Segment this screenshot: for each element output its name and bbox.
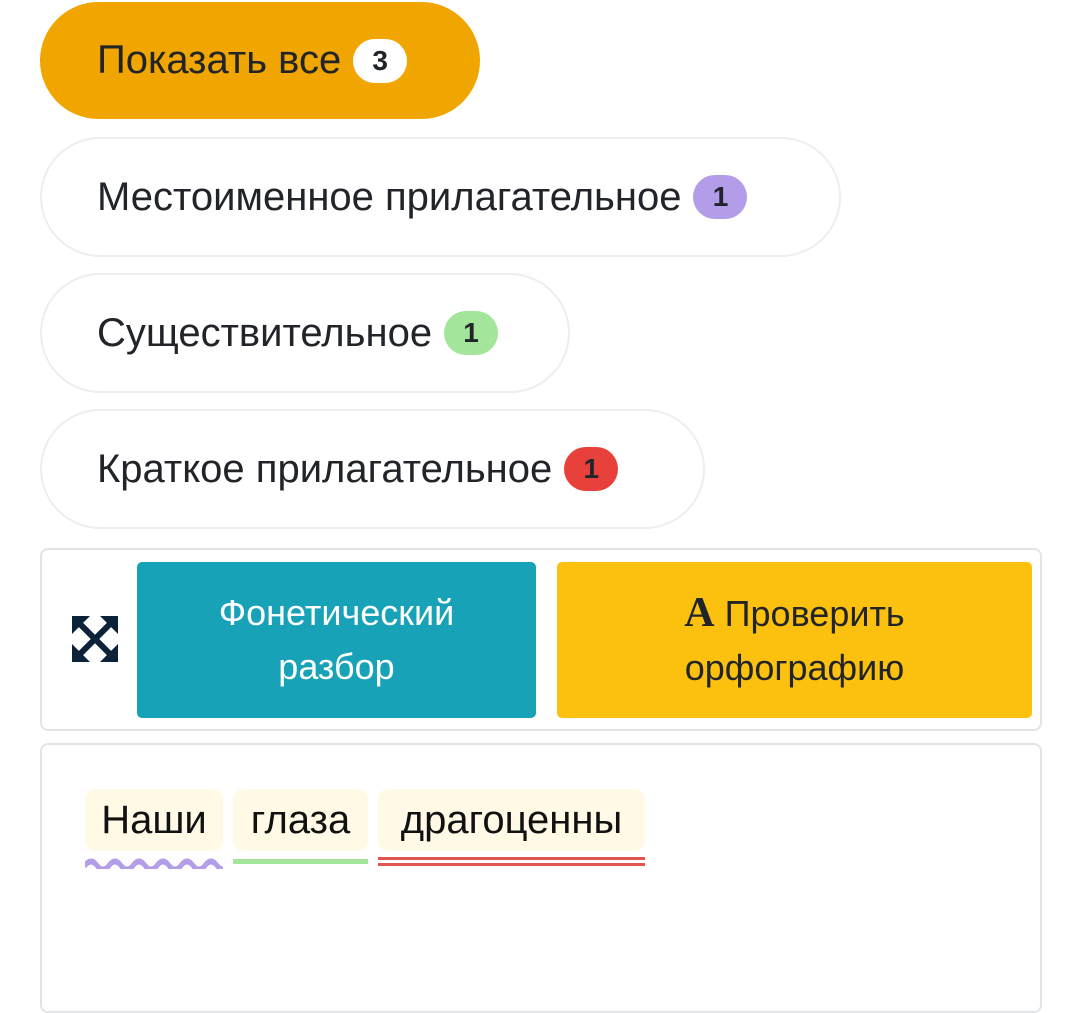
wavy-underline (85, 858, 223, 869)
count-badge: 3 (353, 38, 408, 83)
filter-noun[interactable]: Существительное 1 (40, 273, 570, 393)
word-token[interactable]: Наши (85, 789, 223, 869)
word-text: драгоценны (400, 797, 623, 842)
count-badge: 1 (564, 447, 619, 491)
expand-arrows-icon[interactable] (72, 616, 118, 662)
filter-short-adjective[interactable]: Краткое прилагательное 1 (40, 409, 705, 529)
word-token[interactable]: драгоценны (378, 789, 645, 866)
word-text: Наши (101, 797, 207, 842)
word-token[interactable]: глаза (233, 789, 368, 864)
check-spelling-button[interactable]: A Проверить орфографию (557, 562, 1032, 718)
filter-label: Местоименное прилагательное (97, 174, 682, 219)
filter-pronominal-adjective[interactable]: Местоименное прилагательное 1 (40, 137, 841, 257)
phonetic-analysis-button[interactable]: Фонетический разбор (137, 562, 536, 718)
count-badge: 1 (693, 175, 748, 219)
filter-label: Существительное (97, 310, 433, 355)
sentence-editor[interactable]: Наши глаза драгоценны (40, 743, 1042, 1013)
filter-label: Краткое прилагательное (97, 446, 553, 491)
phonetic-analysis-label: Фонетический разбор (218, 592, 455, 687)
double-underline (378, 857, 645, 866)
single-underline (233, 859, 368, 864)
analysis-toolbar: Фонетический разбор A Проверить орфограф… (40, 548, 1042, 731)
spelling-icon: A (684, 589, 715, 636)
count-badge: 1 (444, 311, 499, 355)
check-spelling-label: Проверить орфографию (684, 592, 905, 688)
filter-show-all[interactable]: Показать все 3 (40, 2, 480, 119)
filter-label: Показать все (97, 38, 342, 82)
word-text: глаза (250, 797, 351, 842)
